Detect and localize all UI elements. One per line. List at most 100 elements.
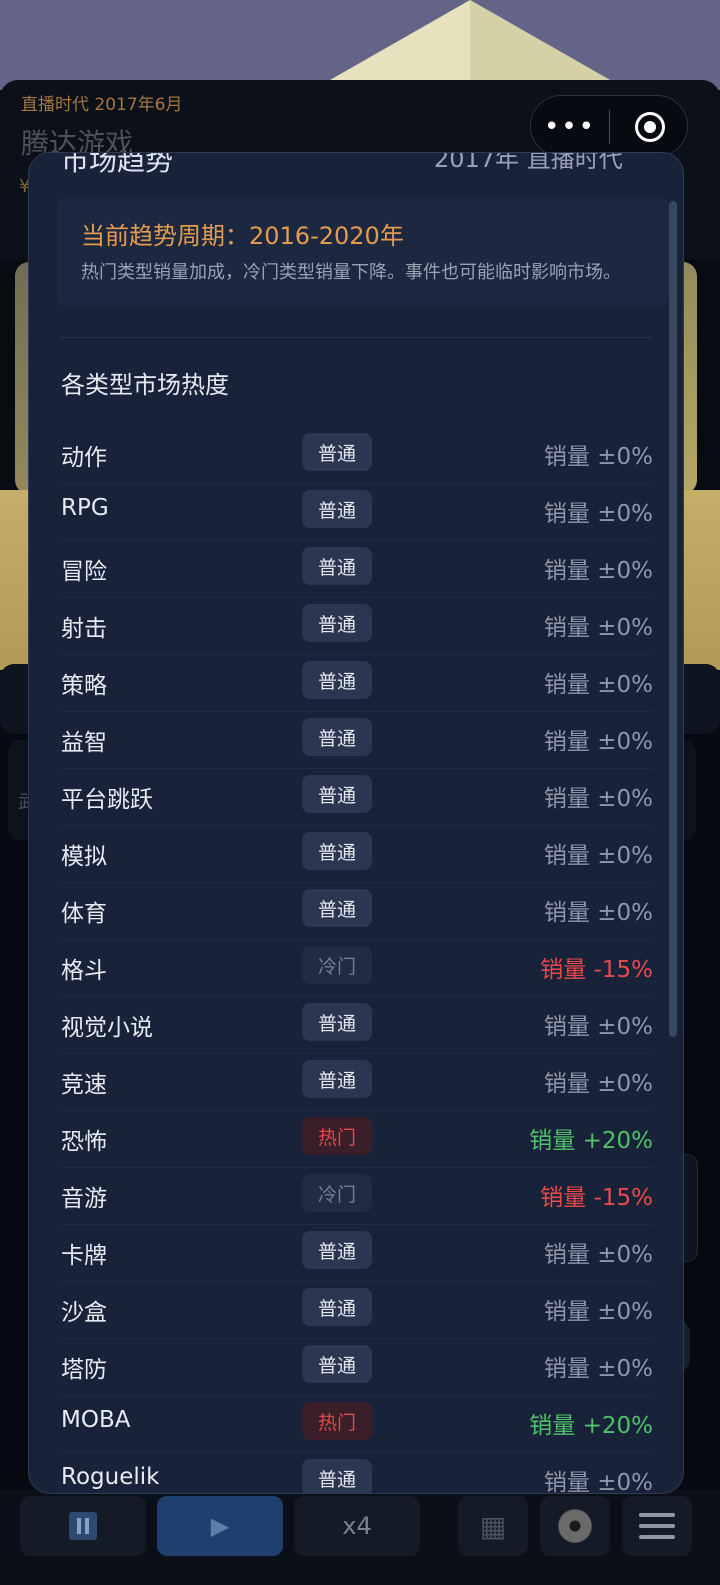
genre-row: Roguelike 普通 销量 ±0%	[61, 1453, 653, 1494]
genre-name: 射击	[61, 616, 107, 642]
genre-name: 平台跳跃	[61, 787, 153, 813]
genre-sales-effect: 销量 ±0%	[543, 672, 653, 698]
genre-name: MOBA	[61, 1407, 131, 1433]
genre-row: RPG 普通 销量 ±0%	[61, 484, 653, 541]
sky-background	[0, 0, 720, 90]
genre-sales-effect: 销量 ±0%	[543, 615, 653, 641]
more-icon[interactable]: •••	[531, 96, 609, 158]
era-date-label: 直播时代 2017年6月	[21, 95, 183, 115]
genre-status-badge: 普通	[302, 547, 372, 585]
genre-row: 卡牌 普通 销量 ±0%	[61, 1225, 653, 1282]
genre-row: 恐怖 热门 销量 +20%	[61, 1111, 653, 1168]
genre-name: 塔防	[61, 1357, 107, 1383]
genre-name: 视觉小说	[61, 1015, 153, 1041]
genre-row: 音游 冷门 销量 -15%	[61, 1168, 653, 1225]
genre-name: 恐怖	[61, 1129, 107, 1155]
genre-name: 竞速	[61, 1072, 107, 1098]
genre-status-badge: 冷门	[302, 946, 372, 984]
genre-sales-effect: 销量 ±0%	[543, 444, 653, 470]
roof-shadow-shape	[470, 0, 610, 80]
section-divider	[61, 337, 651, 338]
genre-status-badge: 普通	[302, 718, 372, 756]
genre-status-badge: 热门	[302, 1117, 372, 1155]
pause-button[interactable]	[20, 1496, 146, 1556]
genre-sales-effect: 销量 -15%	[540, 957, 653, 983]
genre-name: RPG	[61, 495, 109, 521]
genre-row: 射击 普通 销量 ±0%	[61, 598, 653, 655]
genre-row: 体育 普通 销量 ±0%	[61, 883, 653, 940]
genre-status-badge: 冷门	[302, 1174, 372, 1212]
genre-sales-effect: 销量 ±0%	[543, 729, 653, 755]
trend-period-description: 热门类型销量加成，冷门类型销量下降。事件也可能临时影响市场。	[81, 262, 621, 283]
genre-status-badge: 普通	[302, 889, 372, 927]
genre-row: 平台跳跃 普通 销量 ±0%	[61, 769, 653, 826]
genre-name: Roguelike	[61, 1464, 159, 1490]
genre-sales-effect: 销量 ±0%	[543, 1299, 653, 1325]
genre-status-badge: 普通	[302, 1003, 372, 1041]
genre-sales-effect: 销量 ±0%	[543, 1356, 653, 1382]
genre-row: 塔防 普通 销量 ±0%	[61, 1339, 653, 1396]
disc-button[interactable]	[540, 1496, 610, 1556]
play-button[interactable]: ▶	[157, 1496, 283, 1556]
genre-sales-effect: 销量 +20%	[529, 1413, 653, 1439]
genre-name: 策略	[61, 673, 107, 699]
genre-sales-effect: 销量 ±0%	[543, 1014, 653, 1040]
genre-name: 冒险	[61, 559, 107, 585]
genre-row: 策略 普通 销量 ±0%	[61, 655, 653, 712]
genre-name: 卡牌	[61, 1243, 107, 1269]
genre-name: 模拟	[61, 844, 107, 870]
modal-scrollbar[interactable]	[669, 201, 677, 1037]
genre-name: 音游	[61, 1186, 107, 1212]
build-button[interactable]: ▦	[458, 1496, 528, 1556]
modal-date: 2017年 直播时代	[434, 152, 623, 173]
genre-sales-effect: 销量 +20%	[529, 1128, 653, 1154]
genre-heat-title: 各类型市场热度	[61, 371, 229, 399]
genre-status-badge: 普通	[302, 604, 372, 642]
genre-status-badge: 普通	[302, 1459, 372, 1493]
speed-label: x4	[342, 1512, 372, 1540]
genre-name: 益智	[61, 730, 107, 756]
genre-sales-effect: 销量 ±0%	[543, 1242, 653, 1268]
genre-status-badge: 普通	[302, 1060, 372, 1098]
pause-icon	[69, 1512, 97, 1540]
genre-name: 格斗	[61, 958, 107, 984]
genre-row: MOBA 热门 销量 +20%	[61, 1396, 653, 1453]
genre-name: 沙盒	[61, 1300, 107, 1326]
genre-sales-effect: 销量 ±0%	[543, 900, 653, 926]
genre-status-badge: 普通	[302, 775, 372, 813]
genre-heat-list[interactable]: 动作 普通 销量 ±0% RPG 普通 销量 ±0% 冒险 普通 销量 ±0% 射击 普通 销量 ±0…	[61, 427, 653, 1494]
target-icon[interactable]	[635, 112, 665, 142]
genre-row: 益智 普通 销量 ±0%	[61, 712, 653, 769]
genre-status-badge: 普通	[302, 433, 372, 471]
genre-name: 体育	[61, 901, 107, 927]
speed-button[interactable]: x4	[294, 1496, 420, 1556]
disc-icon	[558, 1509, 592, 1543]
play-icon: ▶	[210, 1512, 230, 1540]
market-trend-modal: 市场趋势 2017年 直播时代 当前趋势周期：2016-2020年 热门类型销量…	[28, 152, 684, 1494]
menu-button[interactable]	[622, 1496, 692, 1556]
genre-sales-effect: 销量 ±0%	[543, 558, 653, 584]
genre-row: 格斗 冷门 销量 -15%	[61, 940, 653, 997]
modal-title: 市场趋势	[61, 152, 174, 177]
genre-status-badge: 普通	[302, 1345, 372, 1383]
menu-icon	[639, 1513, 675, 1539]
genre-sales-effect: 销量 ±0%	[543, 1470, 653, 1494]
building-icon: ▦	[479, 1509, 507, 1543]
trend-period-box: 当前趋势周期：2016-2020年 热门类型销量加成，冷门类型销量下降。事件也可…	[57, 196, 669, 308]
genre-status-badge: 普通	[302, 832, 372, 870]
genre-sales-effect: 销量 -15%	[540, 1185, 653, 1211]
genre-sales-effect: 销量 ±0%	[543, 843, 653, 869]
genre-status-badge: 普通	[302, 1231, 372, 1269]
capsule-divider	[609, 110, 610, 144]
genre-status-badge: 普通	[302, 661, 372, 699]
genre-status-badge: 热门	[302, 1402, 372, 1440]
genre-row: 冒险 普通 销量 ±0%	[61, 541, 653, 598]
genre-sales-effect: 销量 ±0%	[543, 501, 653, 527]
genre-row: 沙盒 普通 销量 ±0%	[61, 1282, 653, 1339]
genre-row: 竞速 普通 销量 ±0%	[61, 1054, 653, 1111]
miniprogram-capsule: •••	[530, 95, 688, 157]
trend-period-title: 当前趋势周期：2016-2020年	[81, 222, 404, 250]
genre-status-badge: 普通	[302, 1288, 372, 1326]
genre-row: 模拟 普通 销量 ±0%	[61, 826, 653, 883]
genre-sales-effect: 销量 ±0%	[543, 786, 653, 812]
